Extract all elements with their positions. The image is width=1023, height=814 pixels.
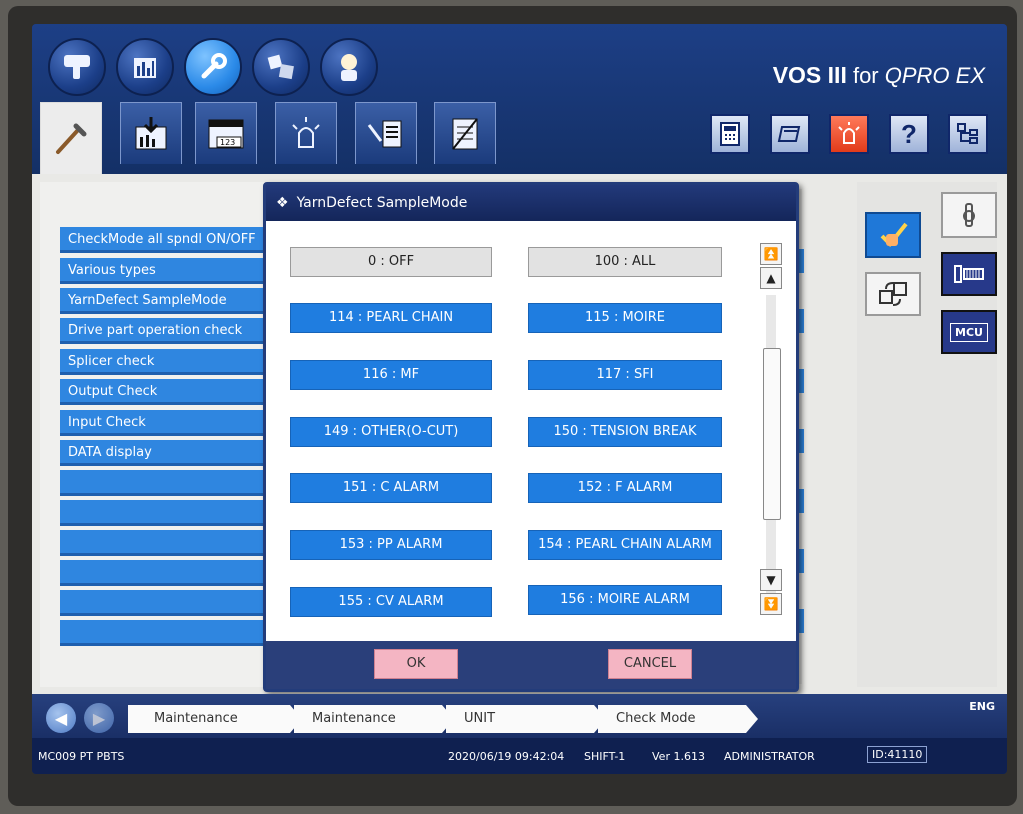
- menu-item-input-check[interactable]: Input Check: [60, 410, 270, 436]
- bar-chart-icon[interactable]: [116, 38, 174, 96]
- scroll-bottom-icon[interactable]: ⏬: [760, 593, 782, 615]
- menu-item-data-display[interactable]: DATA display: [60, 440, 270, 466]
- option-button[interactable]: 115 : MOIRE: [528, 303, 722, 333]
- status-bar: MC009 PT PBTS 2020/06/19 09:42:04 SHIFT-…: [32, 738, 1007, 774]
- header: VOS III for QPRO EX 123 ?: [32, 24, 1007, 174]
- menu-item-checkmode-all[interactable]: CheckMode all spndl ON/OFF: [60, 227, 270, 253]
- scroll-top-icon[interactable]: ⏫: [760, 243, 782, 265]
- menu-item-empty: [60, 530, 270, 556]
- brand-logo: VOS III for QPRO EX: [772, 62, 985, 88]
- breadcrumb-item[interactable]: Maintenance: [294, 705, 454, 733]
- option-button[interactable]: 152 : F ALARM: [528, 473, 722, 503]
- mcu-button[interactable]: MCU: [941, 310, 997, 354]
- tree-structure-icon[interactable]: [948, 114, 988, 154]
- breadcrumb-item[interactable]: UNIT: [446, 705, 606, 733]
- wrench-icon[interactable]: [184, 38, 242, 96]
- dialog-title: YarnDefect SampleMode: [296, 195, 468, 211]
- download-tab-icon[interactable]: [120, 102, 182, 164]
- operator-icon[interactable]: [320, 38, 378, 96]
- menu-item-empty: [60, 500, 270, 526]
- option-button[interactable]: 0 : OFF: [290, 247, 492, 277]
- status-id: ID:41110: [867, 746, 928, 763]
- machine-name: MC009 PT PBTS: [38, 750, 125, 763]
- status-user: ADMINISTRATOR: [724, 750, 815, 763]
- option-button[interactable]: 153 : PP ALARM: [290, 530, 492, 560]
- forward-arrow-icon[interactable]: ▶: [84, 703, 114, 733]
- menu-item-empty: [60, 620, 270, 646]
- ok-button[interactable]: OK: [374, 649, 458, 679]
- dialog-footer: OK CANCEL: [266, 641, 796, 689]
- swap-view-icon[interactable]: [865, 272, 921, 316]
- scroll-up-icon[interactable]: ▲: [760, 267, 782, 289]
- cancel-doc-tab-icon[interactable]: [434, 102, 496, 164]
- option-button[interactable]: 155 : CV ALARM: [290, 587, 492, 617]
- option-button[interactable]: 156 : MOIRE ALARM: [528, 585, 722, 615]
- menu-item-splicer-check[interactable]: Splicer check: [60, 349, 270, 375]
- cubes-icon[interactable]: [252, 38, 310, 96]
- check-hand-icon[interactable]: [865, 212, 921, 258]
- option-button[interactable]: 154 : PEARL CHAIN ALARM: [528, 530, 722, 560]
- hand-pointer-icon[interactable]: [48, 38, 106, 96]
- scroll-down-icon[interactable]: ▼: [760, 569, 782, 591]
- right-panel: MCU: [857, 182, 997, 687]
- left-panel: CheckMode all spndl ON/OFF Various types…: [40, 182, 270, 687]
- option-button[interactable]: 149 : OTHER(O-CUT): [290, 417, 492, 447]
- alarm-lamp-icon[interactable]: [829, 114, 869, 154]
- menu-item-yarndefect-samplemode[interactable]: YarnDefect SampleMode: [60, 288, 270, 314]
- option-button[interactable]: 117 : SFI: [528, 360, 722, 390]
- option-button[interactable]: 100 : ALL: [528, 247, 722, 277]
- help-label: ?: [901, 118, 917, 149]
- yarndefect-samplemode-dialog: ❖ YarnDefect SampleMode 0 : OFF 100 : ALL…: [263, 182, 799, 692]
- dialog-scrollbar[interactable]: ⏫ ▲ ▼ ⏬: [760, 243, 782, 615]
- status-version: Ver 1.613: [652, 750, 705, 763]
- svg-text:123: 123: [220, 138, 235, 147]
- menu-item-empty: [60, 470, 270, 496]
- calculator-icon[interactable]: [710, 114, 750, 154]
- option-button[interactable]: 151 : C ALARM: [290, 473, 492, 503]
- status-datetime: 2020/06/19 09:42:04: [448, 750, 565, 763]
- breadcrumb-item[interactable]: Maintenance: [128, 705, 302, 733]
- option-button[interactable]: 150 : TENSION BREAK: [528, 417, 722, 447]
- breadcrumb-item[interactable]: Check Mode: [598, 705, 758, 733]
- language-indicator[interactable]: ENG: [969, 700, 995, 713]
- alarm-lamp-tab-icon[interactable]: [275, 102, 337, 164]
- menu-item-various-types[interactable]: Various types: [60, 258, 270, 284]
- hmi-screen: VOS III for QPRO EX 123 ? CheckMode all …: [32, 24, 1007, 774]
- menu-item-empty: [60, 590, 270, 616]
- menu-item-empty: [60, 560, 270, 586]
- option-button[interactable]: 116 : MF: [290, 360, 492, 390]
- spindle-unit-icon[interactable]: [941, 252, 997, 296]
- maintenance-list-tab-icon[interactable]: [355, 102, 417, 164]
- calendar-tab-icon[interactable]: 123: [195, 102, 257, 164]
- mcu-label: MCU: [950, 322, 988, 342]
- dialog-diamond-icon: ❖: [276, 195, 289, 211]
- option-button[interactable]: 114 : PEARL CHAIN: [290, 303, 492, 333]
- breadcrumb: ◀ ▶ Maintenance Maintenance UNIT Check M…: [32, 694, 1007, 738]
- menu-item-output-check[interactable]: Output Check: [60, 379, 270, 405]
- dialog-title-bar: ❖ YarnDefect SampleMode: [266, 185, 796, 221]
- scroll-thumb[interactable]: [763, 348, 781, 520]
- cancel-button[interactable]: CANCEL: [608, 649, 692, 679]
- status-shift: SHIFT-1: [584, 750, 626, 763]
- yarn-package-icon[interactable]: [941, 192, 997, 238]
- wrench-tab-icon[interactable]: [40, 102, 102, 174]
- display-icon[interactable]: [770, 114, 810, 154]
- help-button[interactable]: ?: [889, 114, 929, 154]
- menu-item-drive-part-check[interactable]: Drive part operation check: [60, 318, 270, 344]
- back-arrow-icon[interactable]: ◀: [46, 703, 76, 733]
